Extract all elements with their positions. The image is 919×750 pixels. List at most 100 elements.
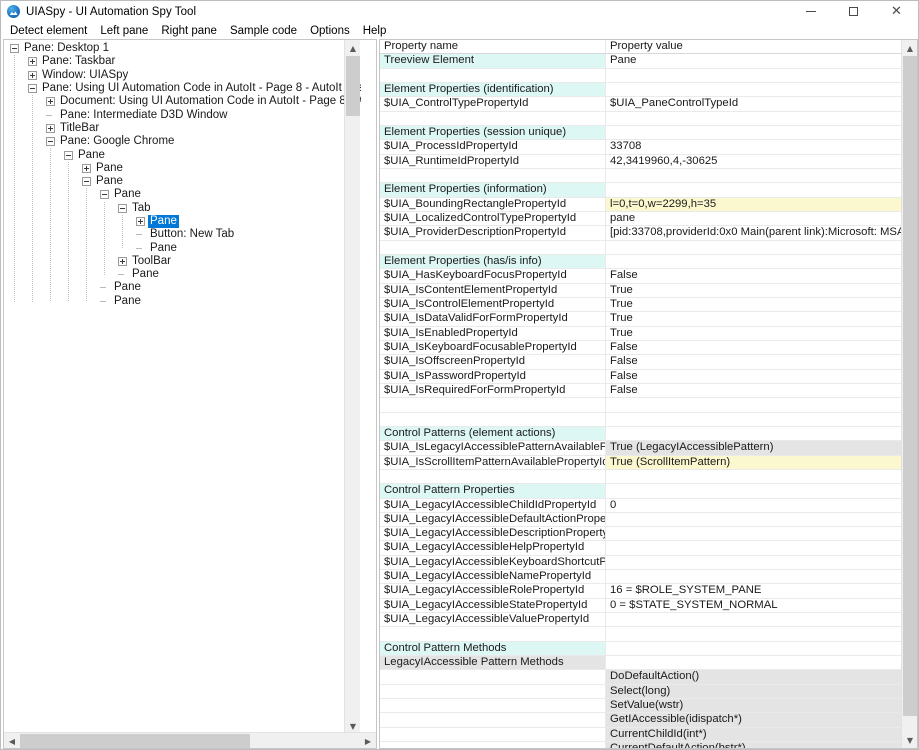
tree-node[interactable]: Pane: Desktop 1 — [4, 42, 361, 55]
property-grid-row[interactable]: $UIA_LegacyIAccessibleValuePropertyId — [380, 613, 902, 628]
tree-node[interactable]: Pane — [4, 148, 361, 161]
expand-plus-icon[interactable] — [46, 97, 55, 107]
tree-node[interactable]: ToolBar — [4, 255, 361, 268]
property-grid-row[interactable]: $UIA_IsRequiredForFormPropertyId False — [380, 383, 902, 399]
property-grid-row[interactable] — [380, 68, 902, 83]
tree-node[interactable]: Pane: Intermediate D3D Window — [4, 108, 361, 121]
tree-node[interactable]: Pane — [4, 188, 361, 201]
tree-node[interactable]: Pane — [4, 175, 361, 188]
property-grid-row[interactable]: $UIA_LegacyIAccessibleStatePropertyId 0 =… — [380, 598, 902, 614]
property-grid-row[interactable] — [380, 168, 902, 184]
property-grid-row[interactable]: $UIA_LegacyIAccessibleNamePropertyId — [380, 570, 902, 585]
menu-item-left-pane[interactable]: Left pane — [94, 24, 155, 38]
property-grid-row[interactable]: $UIA_RuntimeIdPropertyId 42,3419960,4,-30… — [380, 154, 902, 169]
tree-node[interactable]: Pane — [4, 295, 361, 308]
property-grid-row[interactable]: CurrentDefaultAction(bstr*) — [380, 742, 902, 748]
property-grid-row[interactable] — [380, 412, 902, 427]
property-grid-row[interactable]: $UIA_IsKeyboardFocusablePropertyId False — [380, 340, 902, 356]
scroll-up-icon[interactable]: ▲ — [345, 40, 361, 56]
tree-node[interactable]: Pane: Taskbar — [4, 55, 361, 68]
expand-plus-icon[interactable] — [28, 57, 37, 67]
property-grid-row[interactable]: Element Properties (session unique) — [380, 125, 902, 141]
property-grid-row[interactable] — [380, 469, 902, 485]
collapse-minus-icon[interactable] — [64, 150, 73, 160]
tree-node[interactable]: Pane — [4, 162, 361, 175]
property-grid-row[interactable]: $UIA_IsContentElementPropertyId True — [380, 283, 902, 298]
property-grid-row[interactable]: $UIA_IsEnabledPropertyId True — [380, 326, 902, 341]
property-grid-row[interactable]: $UIA_IsOffscreenPropertyId False — [380, 355, 902, 370]
property-grid[interactable]: Property name Property value Treeview Elem… — [380, 40, 902, 748]
tree-leaf-connector-icon[interactable] — [118, 270, 127, 279]
scroll-right-icon[interactable]: ▶ — [360, 733, 376, 748]
collapse-minus-icon[interactable] — [82, 177, 91, 187]
tree-node[interactable]: Pane — [4, 215, 361, 228]
menu-item-detect-element[interactable]: Detect element — [4, 24, 94, 38]
property-grid-row[interactable]: $UIA_LegacyIAccessibleChildIdPropertyId 0 — [380, 498, 902, 513]
element-tree[interactable]: Pane: Desktop 1 Pane: Taskbar Window: UIAS… — [4, 40, 361, 734]
tree-node[interactable]: Pane — [4, 241, 361, 254]
property-grid-row[interactable]: Element Properties (information) — [380, 183, 902, 198]
property-grid-row[interactable]: $UIA_LegacyIAccessibleDefaultActionPrope… — [380, 512, 902, 528]
tree-node[interactable]: Pane: Using UI Automation Code in AutoIt… — [4, 82, 361, 95]
property-grid-row[interactable]: $UIA_LegacyIAccessibleHelpPropertyId — [380, 541, 902, 556]
property-grid-row[interactable]: $UIA_ProviderDescriptionPropertyId [pid:3… — [380, 226, 902, 241]
expand-plus-icon[interactable] — [28, 70, 37, 80]
property-grid-row[interactable]: $UIA_HasKeyboardFocusPropertyId False — [380, 269, 902, 284]
tree-node[interactable]: Pane — [4, 268, 361, 281]
property-grid-row[interactable]: $UIA_LegacyIAccessibleDescriptionPropert… — [380, 527, 902, 542]
collapse-minus-icon[interactable] — [10, 44, 19, 54]
property-grid-row[interactable]: SetValue(wstr) — [380, 699, 902, 714]
scroll-left-icon[interactable]: ◀ — [4, 733, 20, 748]
expand-plus-icon[interactable] — [82, 163, 91, 173]
close-button[interactable]: ✕ — [875, 1, 918, 22]
left-vscroll-thumb[interactable] — [346, 56, 360, 116]
tree-leaf-connector-icon[interactable] — [136, 230, 145, 239]
left-pane-horizontal-scrollbar[interactable]: ◀ ▶ — [4, 732, 376, 748]
property-grid-row[interactable]: $UIA_IsPasswordPropertyId False — [380, 369, 902, 384]
collapse-minus-icon[interactable] — [28, 84, 37, 94]
scroll-down-icon[interactable]: ▼ — [902, 732, 917, 748]
scroll-up-icon[interactable]: ▲ — [902, 40, 917, 56]
property-grid-row[interactable]: $UIA_ProcessIdPropertyId 33708 — [380, 140, 902, 155]
property-grid-row[interactable]: CurrentChildId(int*) — [380, 727, 902, 743]
property-grid-row[interactable]: $UIA_IsDataValidForFormPropertyId True — [380, 312, 902, 327]
property-grid-row[interactable]: DoDefaultAction() — [380, 670, 902, 685]
tree-node[interactable]: Window: UIASpy — [4, 69, 361, 82]
property-grid-row[interactable] — [380, 240, 902, 255]
property-grid-row[interactable] — [380, 398, 902, 413]
collapse-minus-icon[interactable] — [118, 203, 127, 213]
property-grid-row[interactable]: $UIA_BoundingRectanglePropertyId l=0,t=0,… — [380, 197, 902, 212]
left-pane-vertical-scrollbar[interactable]: ▲ ▼ — [344, 40, 360, 734]
property-grid-row[interactable]: Control Patterns (element actions) — [380, 426, 902, 442]
property-grid-row[interactable]: Element Properties (identification) — [380, 82, 902, 98]
right-pane-vertical-scrollbar[interactable]: ▲ ▼ — [901, 40, 917, 748]
menu-item-sample-code[interactable]: Sample code — [224, 24, 304, 38]
property-grid-row[interactable]: LegacyIAccessible Pattern Methods — [380, 656, 902, 671]
tree-node[interactable]: Tab — [4, 202, 361, 215]
tree-leaf-connector-icon[interactable] — [100, 283, 109, 292]
property-grid-header-row[interactable]: Property name Property value — [380, 40, 902, 55]
maximize-button[interactable] — [832, 1, 875, 22]
property-grid-row[interactable]: Select(long) — [380, 684, 902, 700]
minimize-button[interactable] — [789, 1, 832, 22]
property-grid-row[interactable]: $UIA_ControlTypePropertyId $UIA_PaneContr… — [380, 97, 902, 112]
menu-item-right-pane[interactable]: Right pane — [155, 24, 224, 38]
tree-node[interactable]: Pane — [4, 281, 361, 294]
property-grid-row[interactable] — [380, 627, 902, 642]
tree-node[interactable]: TitleBar — [4, 122, 361, 135]
property-grid-row[interactable]: Treeview Element Pane — [380, 54, 902, 69]
left-hscroll-thumb[interactable] — [20, 734, 250, 748]
property-grid-row[interactable]: $UIA_LegacyIAccessibleRolePropertyId 16 =… — [380, 584, 902, 599]
property-grid-row[interactable]: $UIA_IsScrollItemPatternAvailablePropert… — [380, 455, 902, 470]
menu-item-options[interactable]: Options — [304, 24, 357, 38]
property-grid-row[interactable]: Control Pattern Properties — [380, 484, 902, 499]
tree-leaf-connector-icon[interactable] — [136, 244, 145, 253]
expand-plus-icon[interactable] — [118, 256, 127, 266]
tree-node[interactable]: Document: Using UI Automation Code in Au… — [4, 95, 361, 108]
property-grid-row[interactable]: $UIA_LegacyIAccessibleKeyboardShortcutPr… — [380, 555, 902, 571]
property-grid-row[interactable]: Element Properties (has/is info) — [380, 254, 902, 270]
expand-plus-icon[interactable] — [136, 217, 145, 226]
tree-leaf-connector-icon[interactable] — [100, 297, 109, 306]
property-grid-row[interactable]: $UIA_IsLegacyIAccessiblePatternAvailable… — [380, 441, 902, 456]
expand-plus-icon[interactable] — [46, 123, 55, 133]
